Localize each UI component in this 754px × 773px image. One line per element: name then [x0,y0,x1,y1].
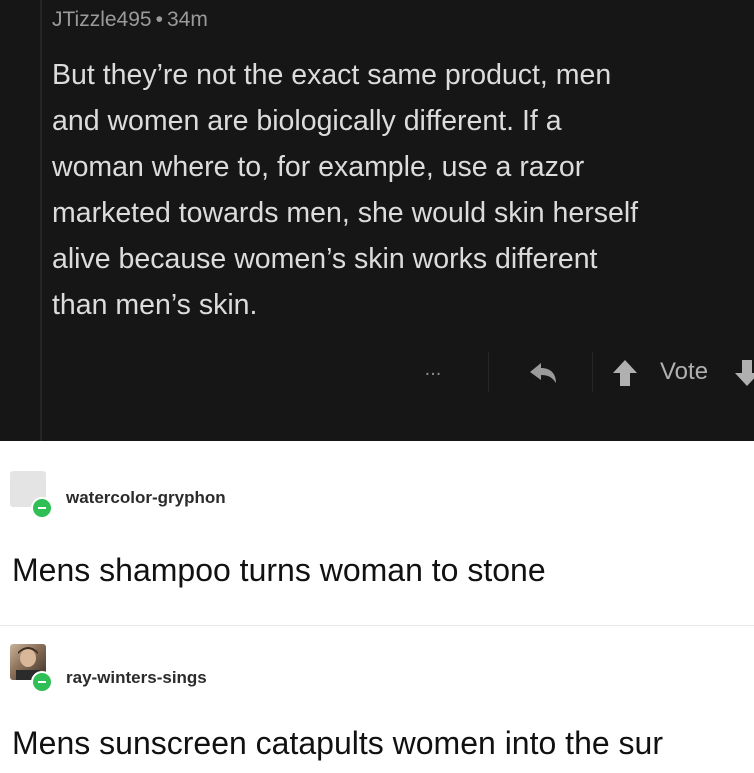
post-username[interactable]: watercolor-gryphon [66,488,226,508]
action-divider [592,352,593,392]
action-divider [488,352,489,392]
reply-icon[interactable] [528,360,558,386]
comment-line: than men’s skin. [52,289,258,321]
comment-meta: JTizzle495 • 34m [52,8,208,32]
meta-separator: • [155,8,163,31]
comment-line: marketed towards men, she would skin her… [52,197,639,229]
post-text: Mens shampoo turns woman to stone [12,552,546,588]
follow-badge-icon[interactable] [31,671,53,693]
reblog-post: watercolor-gryphon Mens shampoo turns wo… [0,441,754,625]
comment-line: But they’re not the exact same product, … [52,59,612,91]
post-username[interactable]: ray-winters-sings [66,668,207,688]
comment-panel: JTizzle495 • 34m But they’re not the exact… [0,0,754,441]
comment-timestamp: 34m [166,8,208,31]
comment-line: alive because women’s skin works differe… [52,243,598,275]
comment-line: and women are biologically different. If… [52,105,562,137]
downvote-arrow-icon[interactable] [734,358,754,388]
post-text: Mens sunscreen catapults women into the … [12,725,663,761]
comment-body: But they’re not the exact same product, … [52,52,752,328]
follow-badge-icon[interactable] [31,497,53,519]
vote-count-label: Vote [660,358,709,385]
comment-action-bar: ... Vote [0,352,754,396]
reblog-post: ray-winters-sings Mens sunscreen catapul… [0,625,754,773]
comment-line: woman where to, for example, use a razor [52,151,585,183]
comment-username[interactable]: JTizzle495 [52,8,152,31]
upvote-arrow-icon[interactable] [612,358,638,388]
more-options-button[interactable]: ... [416,356,450,386]
